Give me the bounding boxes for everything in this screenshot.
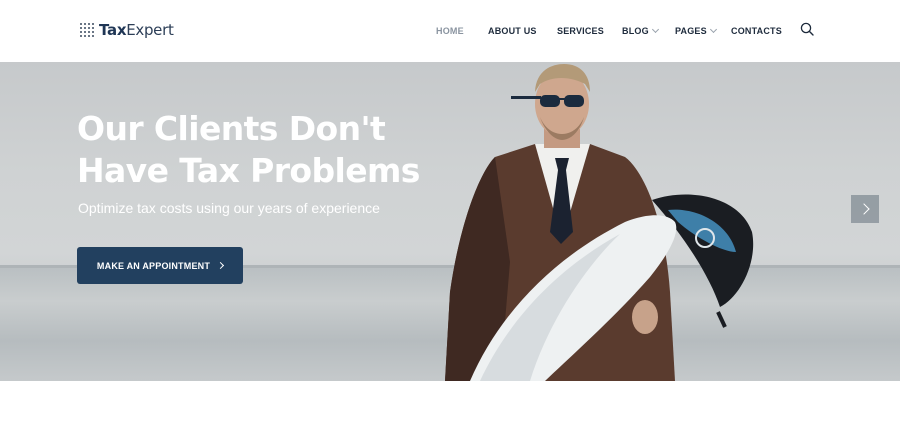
logo-text-bold: Tax: [99, 21, 127, 39]
main-nav: HOME ABOUT US SERVICES BLOG PAGES CONTAC…: [436, 24, 782, 38]
nav-services-label: SERVICES: [557, 26, 604, 36]
hero-image-man-with-surfboard: [445, 64, 754, 381]
logo-dots-icon: [80, 23, 94, 37]
make-appointment-label: MAKE AN APPOINTMENT: [96, 260, 211, 271]
search-icon[interactable]: [800, 22, 814, 36]
chevron-down-icon: [651, 25, 659, 34]
chevron-right-icon: [217, 261, 225, 270]
nav-services[interactable]: SERVICES: [557, 26, 622, 36]
logo[interactable]: TaxExpert: [80, 19, 174, 41]
page: TaxExpert HOME ABOUT US SERVICES BLOG PA…: [0, 0, 900, 428]
make-appointment-button[interactable]: MAKE AN APPOINTMENT: [77, 247, 243, 284]
nav-pages[interactable]: PAGES: [675, 25, 731, 36]
nav-about-us-label: ABOUT US: [488, 26, 537, 36]
logo-text: TaxExpert: [99, 21, 174, 39]
nav-pages-label: PAGES: [675, 26, 707, 36]
nav-blog-label: BLOG: [622, 26, 649, 36]
hero-title-line-1: Our Clients Don't: [77, 109, 386, 148]
nav-blog[interactable]: BLOG: [622, 25, 675, 36]
chevron-right-icon: [857, 203, 870, 215]
hero-subtitle: Optimize tax costs using our years of ex…: [78, 200, 380, 216]
nav-contacts-label: CONTACTS: [731, 26, 782, 36]
nav-home-label: HOME: [436, 26, 464, 36]
nav-contacts[interactable]: CONTACTS: [731, 26, 782, 36]
hero-slider: Our Clients Don't Have Tax Problems Opti…: [0, 62, 900, 381]
logo-text-light: Expert: [126, 21, 174, 39]
chevron-down-icon: [709, 25, 717, 34]
nav-about-us[interactable]: ABOUT US: [488, 26, 557, 36]
nav-home[interactable]: HOME: [436, 26, 488, 36]
slider-next-button[interactable]: [851, 195, 879, 223]
site-header: TaxExpert HOME ABOUT US SERVICES BLOG PA…: [0, 0, 900, 62]
hero-title-line-2: Have Tax Problems: [77, 151, 420, 190]
hero-title: Our Clients Don't Have Tax Problems: [77, 108, 437, 192]
